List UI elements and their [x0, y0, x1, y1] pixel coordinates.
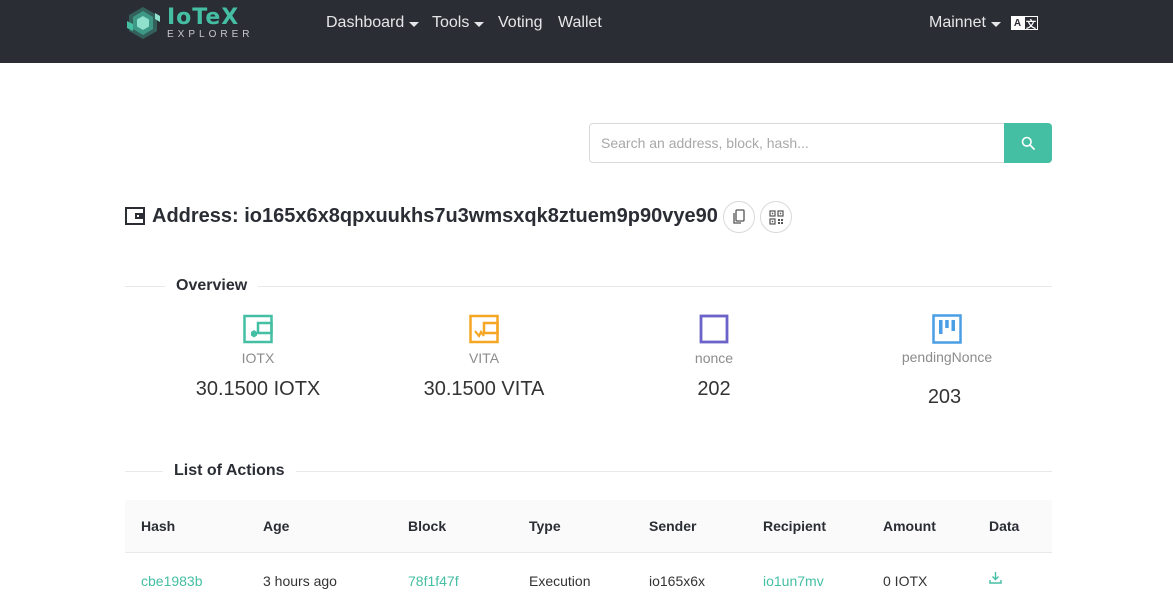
wallet-iotx-icon	[243, 314, 273, 344]
nav-dashboard-label: Dashboard	[326, 14, 405, 31]
network-selector[interactable]: Mainnet	[929, 13, 1001, 33]
logo-text: IoTeX EXPLORER	[167, 4, 254, 40]
qr-code-button[interactable]	[760, 201, 792, 233]
column-amount[interactable]: Amount	[883, 518, 936, 534]
actions-divider: List of Actions	[125, 460, 1052, 482]
network-label: Mainnet	[929, 14, 986, 31]
download-data-button[interactable]	[989, 571, 1002, 589]
page-title: Address: io165x6x8qpxuukhs7u3wmsxqk8ztue…	[152, 204, 718, 227]
stat-pending-nonce: pendingNonce 203	[857, 314, 1037, 409]
stat-iotx-value: 30.1500 IOTX	[195, 378, 321, 400]
action-recipient-link[interactable]: io1un7mv	[763, 573, 824, 589]
brand-name: IoTeX	[167, 4, 240, 30]
kanban-icon	[932, 314, 962, 344]
stat-iotx: IOTX 30.1500 IOTX	[168, 314, 348, 401]
square-icon	[699, 314, 729, 344]
column-recipient[interactable]: Recipient	[763, 518, 826, 534]
action-hash-link[interactable]: cbe1983b	[141, 573, 203, 589]
stat-pending-nonce-value: 203	[927, 386, 962, 408]
action-block-link[interactable]: 78f1f47f	[408, 573, 459, 589]
action-sender: io165x6x	[649, 573, 706, 589]
action-type: Execution	[529, 573, 591, 589]
stat-vita-value: 30.1500 VITA	[423, 378, 545, 400]
nav-voting-label: Voting	[498, 14, 543, 31]
chevron-down-icon	[409, 21, 420, 27]
stat-iotx-label: IOTX	[241, 350, 275, 366]
column-hash[interactable]: Hash	[141, 518, 175, 534]
column-block[interactable]: Block	[408, 518, 446, 534]
chevron-down-icon	[474, 21, 485, 27]
stat-nonce: nonce 202	[624, 314, 804, 401]
address-heading: Address: io165x6x8qpxuukhs7u3wmsxqk8ztue…	[125, 201, 718, 231]
search-button[interactable]	[1004, 123, 1052, 163]
overview-title: Overview	[165, 275, 259, 297]
column-sender[interactable]: Sender	[649, 518, 696, 534]
qr-code-icon	[768, 209, 784, 225]
translate-icon[interactable]: A 文	[1011, 16, 1038, 31]
actions-title: List of Actions	[163, 460, 296, 482]
actions-table-header: Hash Age Block Type Sender Recipient Amo…	[125, 500, 1052, 553]
logo[interactable]: IoTeX EXPLORER	[125, 5, 253, 41]
nav-voting[interactable]: Voting	[498, 13, 542, 33]
stat-vita-label: VITA	[468, 350, 500, 366]
stat-nonce-label: nonce	[694, 350, 734, 366]
copy-address-button[interactable]	[723, 201, 755, 233]
nav-wallet[interactable]: Wallet	[558, 13, 602, 33]
column-age[interactable]: Age	[263, 518, 289, 534]
table-row: cbe1983b 3 hours ago 78f1f47f Execution …	[125, 554, 1052, 603]
wallet-icon	[125, 207, 145, 225]
action-amount: 0 IOTX	[883, 573, 928, 589]
nav-wallet-label: Wallet	[558, 14, 602, 31]
iotex-logo-icon	[127, 7, 160, 39]
column-type[interactable]: Type	[529, 518, 561, 534]
stat-vita: VITA 30.1500 VITA	[394, 314, 574, 401]
nav-tools-label: Tools	[432, 14, 470, 31]
search-input[interactable]	[589, 123, 1004, 163]
nav-dashboard[interactable]: Dashboard	[326, 13, 420, 33]
stat-pending-nonce-label: pendingNonce	[901, 349, 993, 365]
stat-nonce-value: 202	[697, 378, 731, 400]
download-icon	[989, 572, 1002, 584]
top-navbar: IoTeX EXPLORER Dashboard Tools Voting Wa…	[0, 0, 1173, 63]
search-icon	[1021, 136, 1035, 150]
action-age: 3 hours ago	[263, 573, 337, 589]
wallet-vita-icon	[469, 314, 499, 344]
chevron-down-icon	[990, 21, 1001, 27]
brand-subtitle: EXPLORER	[167, 28, 254, 40]
copy-icon	[733, 209, 745, 224]
nav-tools[interactable]: Tools	[432, 13, 485, 33]
column-data[interactable]: Data	[989, 518, 1019, 534]
overview-divider: Overview	[125, 275, 1052, 297]
